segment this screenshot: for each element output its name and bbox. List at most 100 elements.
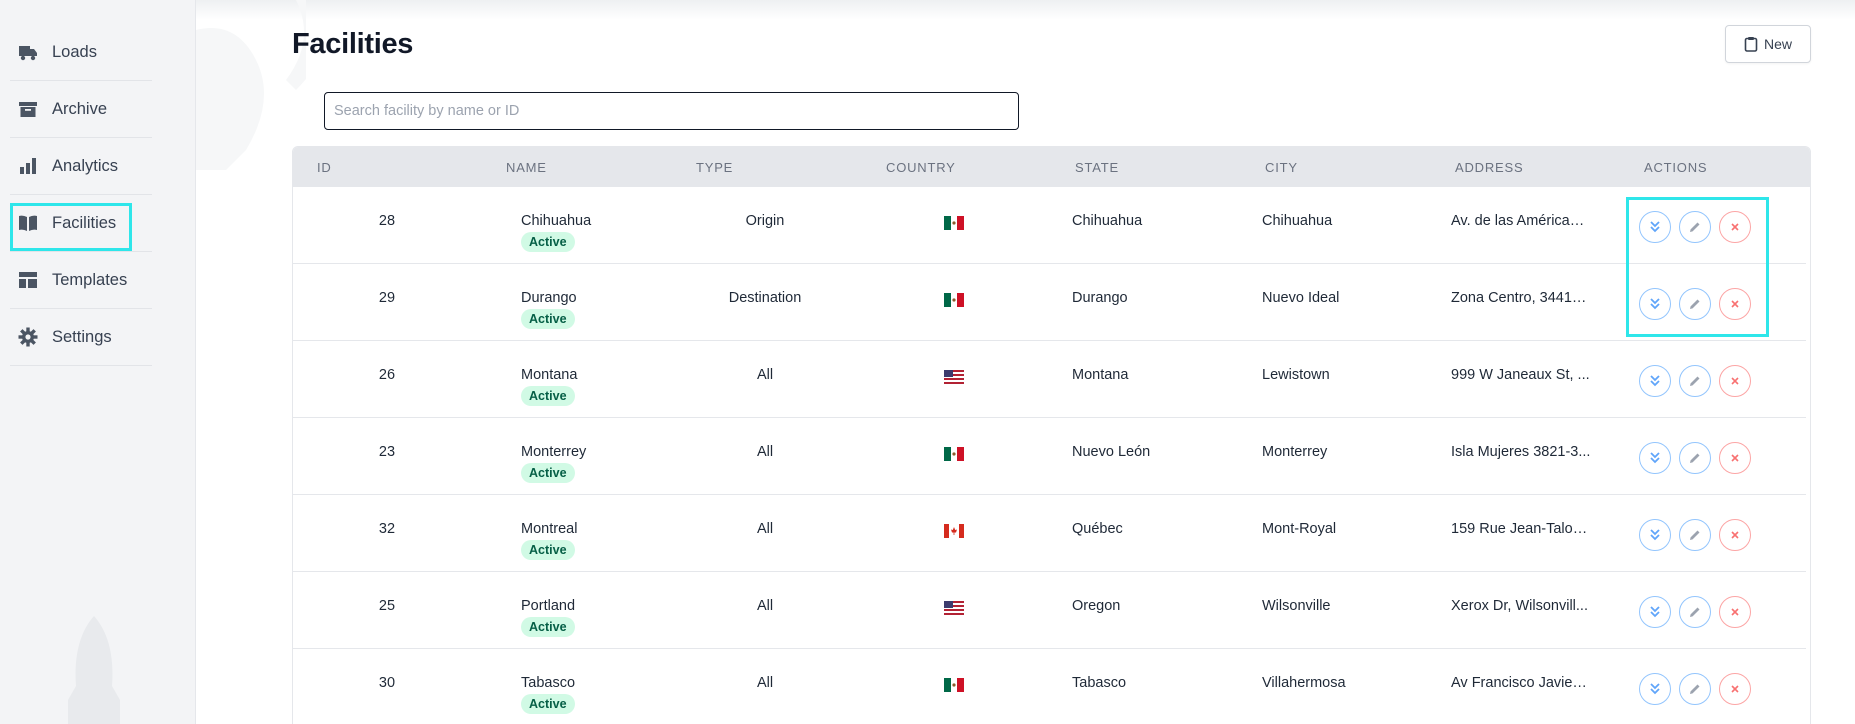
archive-box-icon [18, 99, 38, 119]
table-row[interactable]: 32 Montreal Active All Québec Mont-Royal… [293, 495, 1806, 572]
close-icon [1731, 454, 1739, 462]
sidebar-item-label: Templates [52, 270, 128, 289]
facility-id: 29 [378, 290, 396, 306]
column-header-id: ID [317, 160, 332, 175]
facility-id: 30 [378, 675, 396, 691]
table-row[interactable]: 30 Tabasco Active All Tabasco Villahermo… [293, 649, 1806, 724]
facility-city: Chihuahua [1262, 213, 1333, 229]
sidebar: Loads Archive Analytics Facilities Templ… [0, 0, 196, 724]
column-header-country: COUNTRY [886, 160, 956, 175]
sidebar-item-templates[interactable]: Templates [10, 252, 152, 309]
search-input[interactable] [324, 92, 1019, 130]
edit-button[interactable] [1679, 288, 1711, 320]
table-row[interactable]: 23 Monterrey Active All Nuevo León Monte… [293, 418, 1806, 495]
expand-button[interactable] [1639, 365, 1671, 397]
facility-id: 23 [378, 444, 396, 460]
truck-icon [18, 42, 38, 62]
status-badge: Active [521, 386, 575, 406]
new-facility-button[interactable]: New [1725, 25, 1811, 63]
close-icon [1731, 377, 1739, 385]
pencil-icon [1690, 299, 1700, 309]
sidebar-item-settings[interactable]: Settings [10, 309, 152, 366]
clipboard-icon [1744, 37, 1758, 52]
table-row[interactable]: 28 Chihuahua Active Origin Chihuahua Chi… [293, 187, 1806, 264]
delete-button[interactable] [1719, 288, 1751, 320]
facility-state: Tabasco [1072, 675, 1127, 691]
facility-city: Monterrey [1262, 444, 1328, 460]
expand-button[interactable] [1639, 596, 1671, 628]
table-row[interactable]: 29 Durango Active Destination Durango Nu… [293, 264, 1806, 341]
edit-button[interactable] [1679, 519, 1711, 551]
facility-name: Tabasco [521, 675, 576, 691]
facilities-table: ID NAME TYPE COUNTRY STATE CITY ADDRESS … [292, 146, 1811, 724]
mexico-flag-icon [944, 293, 964, 307]
sidebar-item-loads[interactable]: Loads [10, 24, 152, 81]
double-chevron-down-icon [1650, 683, 1660, 695]
double-chevron-down-icon [1650, 452, 1660, 464]
pencil-icon [1690, 530, 1700, 540]
table-row[interactable]: 26 Montana Active All Montana Lewistown … [293, 341, 1806, 418]
expand-button[interactable] [1639, 288, 1671, 320]
mexico-flag-icon [944, 216, 964, 230]
edit-button[interactable] [1679, 365, 1711, 397]
pencil-icon [1690, 376, 1700, 386]
delete-button[interactable] [1719, 365, 1751, 397]
sidebar-nav: Loads Archive Analytics Facilities Templ… [10, 24, 152, 366]
delete-button[interactable] [1719, 442, 1751, 474]
facility-type: All [756, 521, 774, 537]
close-icon [1731, 223, 1739, 231]
facility-state: Oregon [1072, 598, 1121, 614]
pencil-icon [1690, 222, 1700, 232]
sidebar-item-analytics[interactable]: Analytics [10, 138, 152, 195]
gear-icon [18, 327, 38, 347]
sidebar-item-label: Archive [52, 99, 108, 118]
pencil-icon [1690, 453, 1700, 463]
expand-button[interactable] [1639, 673, 1671, 705]
mexico-flag-icon [944, 447, 964, 461]
facility-state: Montana [1072, 367, 1129, 383]
sidebar-item-facilities[interactable]: Facilities [10, 195, 152, 252]
facility-name: Durango [521, 290, 577, 306]
facility-city: Villahermosa [1262, 675, 1346, 691]
edit-button[interactable] [1679, 673, 1711, 705]
facility-state: Québec [1072, 521, 1123, 537]
bar-chart-icon [18, 156, 38, 176]
column-header-name: NAME [506, 160, 547, 175]
facility-address: Av Francisco Javier ... [1451, 675, 1591, 691]
edit-button[interactable] [1679, 211, 1711, 243]
sidebar-item-archive[interactable]: Archive [10, 81, 152, 138]
expand-button[interactable] [1639, 211, 1671, 243]
us-flag-icon [944, 601, 964, 615]
new-button-label: New [1763, 36, 1792, 52]
background-watermark-icon [196, 0, 306, 170]
expand-button[interactable] [1639, 519, 1671, 551]
expand-button[interactable] [1639, 442, 1671, 474]
facility-address: 999 W Janeaux St, ... [1451, 367, 1590, 383]
close-icon [1731, 531, 1739, 539]
facility-address: Isla Mujeres 3821-3... [1451, 444, 1591, 460]
edit-button[interactable] [1679, 596, 1711, 628]
facility-state: Chihuahua [1072, 213, 1143, 229]
edit-button[interactable] [1679, 442, 1711, 474]
table-row[interactable]: 25 Portland Active All Oregon Wilsonvill… [293, 572, 1806, 649]
facility-address: Zona Centro, 34410... [1451, 290, 1591, 306]
facility-address: Av. de las Américas ... [1451, 213, 1591, 229]
column-header-state: STATE [1075, 160, 1119, 175]
status-badge: Active [521, 309, 575, 329]
facility-type: Destination [728, 290, 802, 306]
delete-button[interactable] [1719, 673, 1751, 705]
status-badge: Active [521, 617, 575, 637]
facility-name: Monterrey [521, 444, 587, 460]
delete-button[interactable] [1719, 519, 1751, 551]
layout-template-icon [18, 270, 38, 290]
facility-name: Montreal [521, 521, 578, 537]
status-badge: Active [521, 540, 575, 560]
table-header: ID NAME TYPE COUNTRY STATE CITY ADDRESS … [293, 147, 1810, 187]
facility-state: Durango [1072, 290, 1128, 306]
facility-type: All [756, 598, 774, 614]
facility-city: Lewistown [1262, 367, 1330, 383]
column-header-actions: ACTIONS [1644, 160, 1708, 175]
delete-button[interactable] [1719, 211, 1751, 243]
double-chevron-down-icon [1650, 529, 1660, 541]
delete-button[interactable] [1719, 596, 1751, 628]
